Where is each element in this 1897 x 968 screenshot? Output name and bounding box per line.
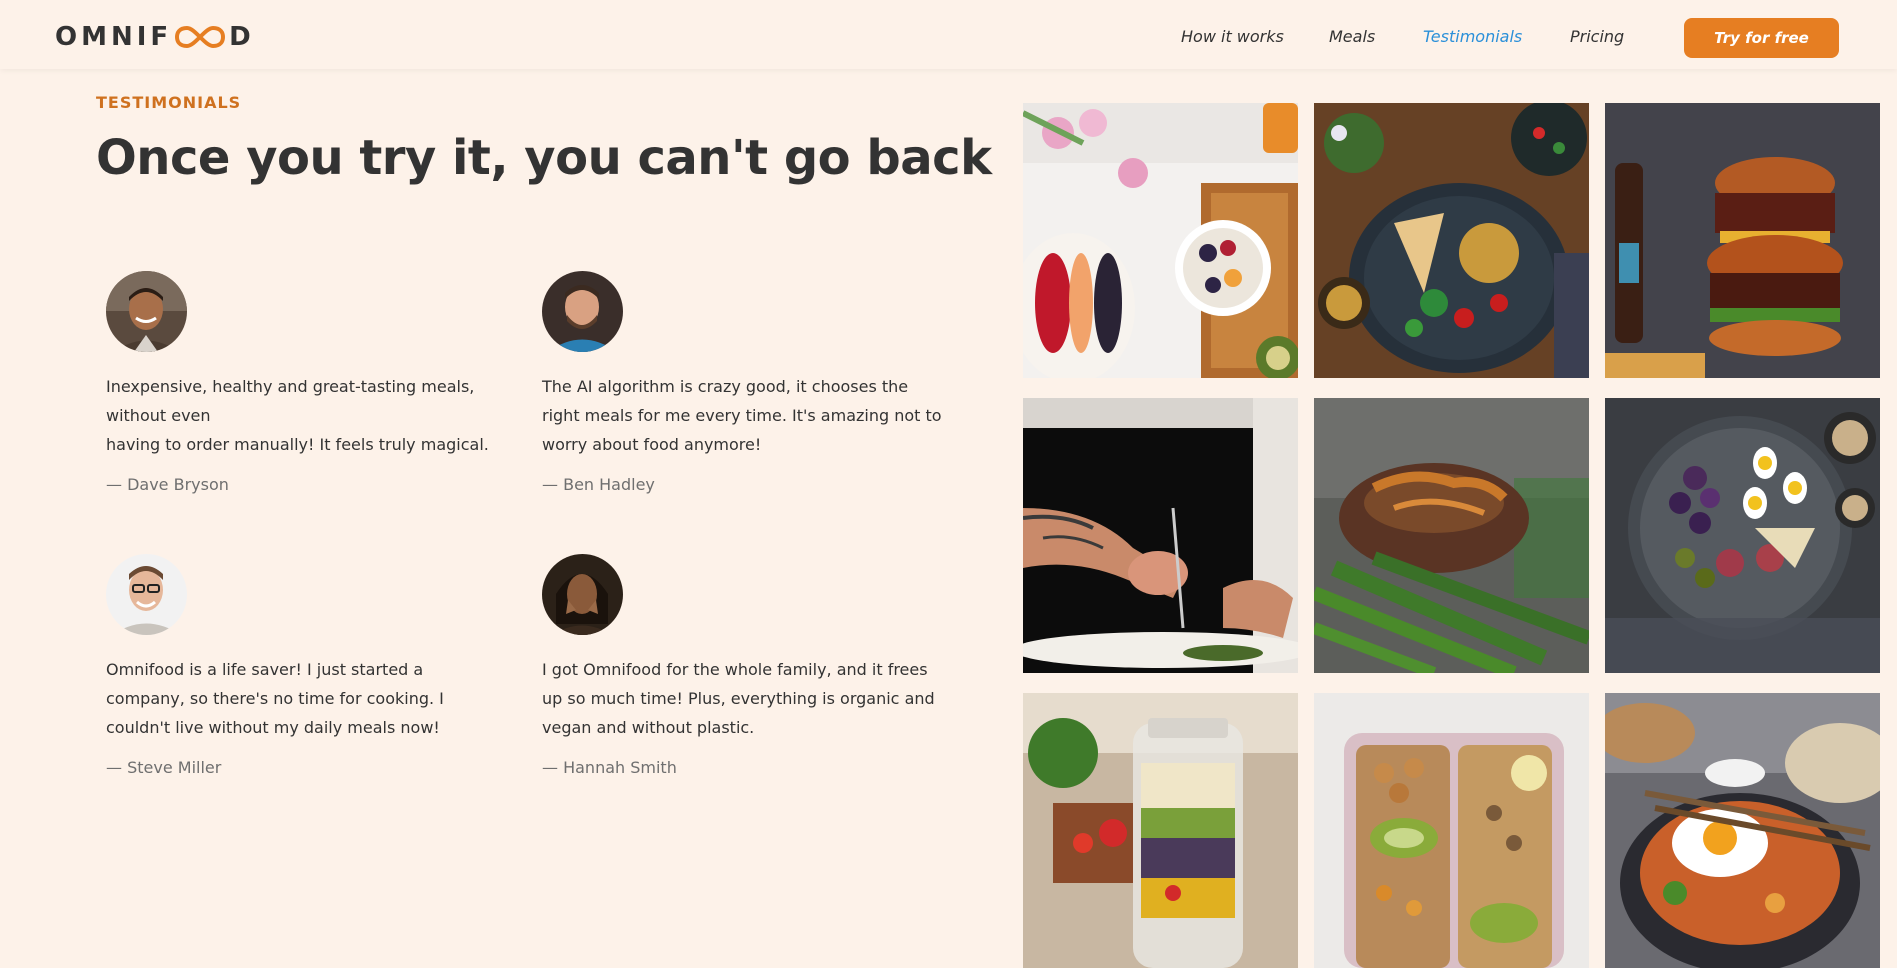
gallery-item[interactable]	[1605, 693, 1880, 968]
figs-and-eggs-platter-photo	[1605, 398, 1880, 673]
meal-prep-boxes-photo	[1314, 693, 1589, 968]
nav-pricing[interactable]: Pricing	[1570, 27, 1624, 46]
nav-testimonials[interactable]: Testimonials	[1423, 27, 1522, 46]
testimonial-quote: The AI algorithm is crazy good, it choos…	[542, 372, 942, 459]
gallery-item[interactable]	[1023, 693, 1298, 968]
chef-plating-photo	[1023, 398, 1298, 673]
gallery-item[interactable]	[1023, 103, 1298, 378]
quote-line: The AI algorithm is crazy good, it choos…	[542, 377, 942, 454]
burger-photo	[1605, 103, 1880, 378]
quote-line: I got Omnifood for the whole family, and…	[542, 660, 935, 737]
testimonial-quote: Inexpensive, healthy and great-tasting m…	[106, 372, 506, 459]
testimonial-card: The AI algorithm is crazy good, it choos…	[542, 271, 942, 494]
infinity-loop-icon	[175, 25, 226, 49]
gallery-item[interactable]	[1023, 398, 1298, 673]
steak-with-asparagus-photo	[1314, 398, 1589, 673]
gallery-item[interactable]	[1314, 398, 1589, 673]
testimonial-quote: I got Omnifood for the whole family, and…	[542, 655, 942, 742]
egg-noodle-bowl-photo	[1605, 693, 1880, 968]
nav-meals[interactable]: Meals	[1329, 27, 1375, 46]
gallery-item[interactable]	[1314, 693, 1589, 968]
testimonial-author: — Dave Bryson	[106, 475, 229, 494]
gallery-item[interactable]	[1605, 398, 1880, 673]
quote-line: Omnifood is a life saver! I just started…	[106, 660, 444, 737]
testimonial-author: — Steve Miller	[106, 758, 222, 777]
testimonial-card: Inexpensive, healthy and great-tasting m…	[106, 271, 506, 494]
testimonial-author: — Hannah Smith	[542, 758, 677, 777]
gallery-item[interactable]	[1314, 103, 1589, 378]
dave-bryson-avatar	[106, 271, 187, 352]
section-heading: Once you try it, you can't go back	[96, 130, 992, 186]
gallery-item[interactable]	[1605, 103, 1880, 378]
testimonial-card: I got Omnifood for the whole family, and…	[542, 554, 942, 777]
chickpea-salad-bowl-photo	[1314, 103, 1589, 378]
try-for-free-button[interactable]: Try for free	[1684, 18, 1839, 58]
salad-jar-photo	[1023, 693, 1298, 968]
hannah-smith-avatar	[542, 554, 623, 635]
testimonial-author: — Ben Hadley	[542, 475, 655, 494]
quote-line: Inexpensive, healthy and great-tasting m…	[106, 377, 475, 425]
site-header: OMNIF D How it works Meals Testimonials …	[0, 0, 1897, 69]
fruit-and-yogurt-bowls-photo	[1023, 103, 1298, 378]
logo-text-left: OMNIF	[55, 22, 173, 52]
ben-hadley-avatar	[542, 271, 623, 352]
testimonial-card: Omnifood is a life saver! I just started…	[106, 554, 506, 777]
omnifood-logo[interactable]: OMNIF D	[55, 20, 255, 54]
nav-how-it-works[interactable]: How it works	[1181, 27, 1284, 46]
section-subheading: Testimonials	[96, 93, 242, 112]
steve-miller-avatar	[106, 554, 187, 635]
quote-line: having to order manually! It feels truly…	[106, 435, 489, 454]
testimonial-quote: Omnifood is a life saver! I just started…	[106, 655, 506, 742]
logo-text-right: D	[229, 22, 255, 52]
